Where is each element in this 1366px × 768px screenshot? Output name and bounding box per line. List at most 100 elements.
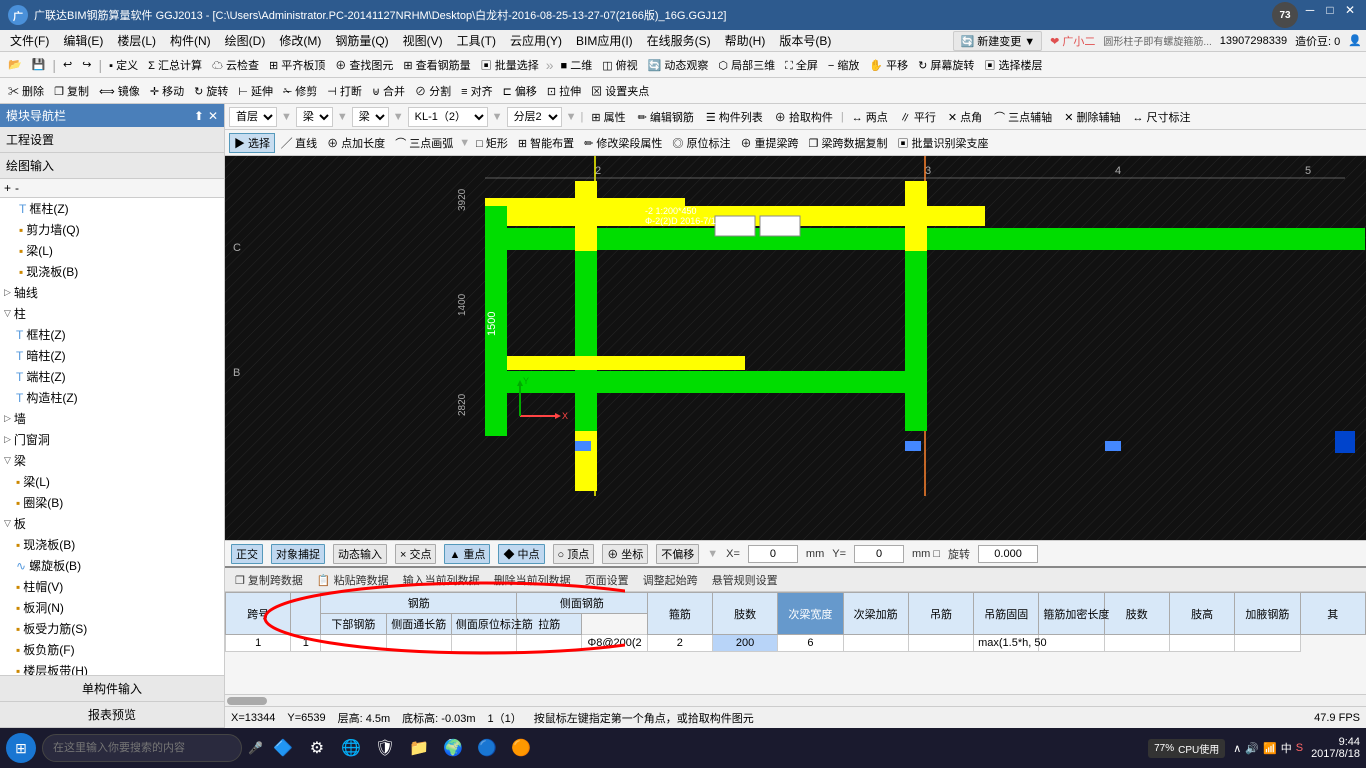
tray-lang[interactable]: 中 xyxy=(1281,740,1292,756)
tree-item-doorwindow[interactable]: ▷ 门窗洞 xyxy=(0,429,224,450)
intersect-button[interactable]: × 交点 xyxy=(395,544,436,564)
td-limbs2[interactable] xyxy=(1039,635,1104,652)
tray-expand[interactable]: ∧ xyxy=(1233,742,1241,755)
stretch-button[interactable]: ⊡ 拉伸 xyxy=(543,82,585,100)
taskbar-icon-1[interactable]: 🔷 xyxy=(269,734,297,762)
top-button[interactable]: ○ 顶点 xyxy=(553,544,595,564)
new-change-button[interactable]: 🔄 新建变更 ▼ xyxy=(953,31,1042,51)
2d-button[interactable]: ■ 二维 xyxy=(557,56,597,74)
menu-tools[interactable]: 工具(T) xyxy=(451,30,502,51)
delete-axis-button[interactable]: ✕ 删除辅轴 xyxy=(1060,108,1124,126)
copy-span-button[interactable]: ❐ 复制跨数据 xyxy=(231,571,307,589)
report-preview-button[interactable]: 报表预览 xyxy=(0,702,224,728)
open-button[interactable]: 📂 xyxy=(4,57,26,72)
sum-button[interactable]: Σ 汇总计算 xyxy=(144,56,206,74)
project-settings-item[interactable]: 工程设置 xyxy=(0,127,224,153)
taskbar-icon-5[interactable]: 📁 xyxy=(405,734,433,762)
td-sec-beam-width[interactable]: 200 xyxy=(712,635,777,652)
member-list-button[interactable]: ☰ 构件列表 xyxy=(702,108,767,126)
tree-item-slab[interactable]: ▪ 现浇板(B) xyxy=(0,261,224,282)
tray-network[interactable]: 📶 xyxy=(1263,742,1277,755)
save-button[interactable]: 💾 xyxy=(28,57,50,72)
copy-button[interactable]: ❐ 复制 xyxy=(50,82,93,100)
edit-rebar-button[interactable]: ✏ 编辑钢筋 xyxy=(634,108,698,126)
zoomout-button[interactable]: − 缩放 xyxy=(824,56,863,74)
move-button[interactable]: ✛ 移动 xyxy=(146,82,188,100)
redo-button[interactable]: ↪ xyxy=(78,57,95,72)
tree-item-slabgroup[interactable]: ▽ 板 xyxy=(0,513,224,534)
cloud-check-button[interactable]: ☁ 云检查 xyxy=(208,56,263,74)
offset-button[interactable]: ⊏ 偏移 xyxy=(499,82,541,100)
delete-button[interactable]: ✂ 删除 xyxy=(4,82,48,100)
td-tie-bar[interactable] xyxy=(517,635,582,652)
menu-online[interactable]: 在线服务(S) xyxy=(641,30,717,51)
y-input[interactable] xyxy=(854,545,904,563)
type-select1[interactable]: 梁 xyxy=(296,107,333,127)
td-span-no[interactable]: 1 xyxy=(226,635,291,652)
section-select[interactable]: 分层2 xyxy=(507,107,562,127)
td-sec-beam-add[interactable]: 6 xyxy=(778,635,843,652)
dynamic-input-button[interactable]: 动态输入 xyxy=(333,544,387,564)
fullscreen-button[interactable]: ⛶ 全屏 xyxy=(781,56,822,74)
menu-member[interactable]: 构件(N) xyxy=(164,30,217,51)
setvertex-button[interactable]: ⊠ 设置夹点 xyxy=(587,82,653,100)
tree-item-darkcol[interactable]: T 暗柱(Z) xyxy=(0,345,224,366)
point-cut-button[interactable]: ✕ 点角 xyxy=(944,108,986,126)
menu-draw[interactable]: 绘图(D) xyxy=(219,30,272,51)
pointlen-button[interactable]: ⊕ 点加长度 xyxy=(323,134,389,152)
menu-bim[interactable]: BIM应用(I) xyxy=(570,30,639,51)
mirror-button[interactable]: ⟺ 镜像 xyxy=(95,82,144,100)
undo-button[interactable]: ↩ xyxy=(59,57,76,72)
snap-button[interactable]: 对象捕捉 xyxy=(271,544,325,564)
select-layer-button[interactable]: ▣ 选择楼层 xyxy=(980,56,1046,74)
type-select2[interactable]: 梁 xyxy=(352,107,389,127)
coord-button[interactable]: ⊕ 坐标 xyxy=(602,544,648,564)
td-limbs[interactable]: 2 xyxy=(647,635,712,652)
tree-item-wall[interactable]: ▷ 墙 xyxy=(0,408,224,429)
split-button[interactable]: ⊘ 分割 xyxy=(411,82,455,100)
tree-item-shearwall[interactable]: ▪ 剪力墙(Q) xyxy=(0,219,224,240)
tree-item-constcol[interactable]: T 构造柱(Z) xyxy=(0,387,224,408)
panel-close-button[interactable]: ✕ xyxy=(208,109,218,123)
dim-button[interactable]: ↔ 尺寸标注 xyxy=(1128,108,1194,126)
drawing-input-item[interactable]: 绘图输入 xyxy=(0,153,224,179)
taskbar-icon-7[interactable]: 🔵 xyxy=(473,734,501,762)
parallel-button[interactable]: ∥ 平行 xyxy=(896,108,940,126)
tree-item-col-group[interactable]: ▽ 柱 xyxy=(0,303,224,324)
screen-rotate-button[interactable]: ↻ 屏幕旋转 xyxy=(914,56,978,74)
delete-col-button[interactable]: 删除当前列数据 xyxy=(490,571,575,589)
tray-security[interactable]: S xyxy=(1296,742,1303,754)
view-rebar-button[interactable]: ⊞ 查看钢筋量 xyxy=(399,56,474,74)
adj-start-button[interactable]: 调整起始跨 xyxy=(639,571,702,589)
td-hanger-fix[interactable] xyxy=(908,635,973,652)
pan-button[interactable]: ✋ 平移 xyxy=(865,56,912,74)
mic-icon[interactable]: 🎤 xyxy=(248,741,263,755)
select-button[interactable]: ▶ 选择 xyxy=(229,133,275,153)
single-member-button[interactable]: 单构件输入 xyxy=(0,676,224,702)
close-button[interactable]: ✕ xyxy=(1342,2,1358,18)
paste-span-button[interactable]: 📋 粘贴跨数据 xyxy=(313,571,393,589)
taskbar-icon-3[interactable]: 🌐 xyxy=(337,734,365,762)
panel-float-button[interactable]: ⬆ xyxy=(194,109,204,123)
td-height[interactable] xyxy=(1104,635,1169,652)
menu-file[interactable]: 文件(F) xyxy=(4,30,55,51)
tree-item-framecol[interactable]: T 框柱(Z) xyxy=(0,198,224,219)
menu-layer[interactable]: 楼层(L) xyxy=(111,30,162,51)
menu-edit[interactable]: 编辑(E) xyxy=(57,30,109,51)
smartplace-button[interactable]: ⊞ 智能布置 xyxy=(514,134,578,152)
tree-item-endcol[interactable]: T 端柱(Z) xyxy=(0,366,224,387)
pick-member-button[interactable]: ⊕ 拾取构件 xyxy=(771,108,837,126)
menu-modify[interactable]: 修改(M) xyxy=(273,30,327,51)
menu-view[interactable]: 视图(V) xyxy=(397,30,449,51)
tree-item-slabneg[interactable]: ▪ 板负筋(F) xyxy=(0,639,224,660)
cad-canvas[interactable]: 2 3 4 5 C B 3920 1400 2820 xyxy=(225,156,1366,540)
member-select[interactable]: KL-1（2） xyxy=(408,107,488,127)
taskbar-icon-2[interactable]: ⚙ xyxy=(303,734,331,762)
start-button[interactable]: ⊞ xyxy=(6,733,36,763)
tray-volume[interactable]: 🔊 xyxy=(1245,742,1259,755)
menu-help[interactable]: 帮助(H) xyxy=(719,30,772,51)
batchidseat-button[interactable]: ▣ 批量识别梁支座 xyxy=(893,134,992,152)
tree-item-slabstrip[interactable]: ▪ 楼层板带(H) xyxy=(0,660,224,675)
horizontal-scrollbar[interactable] xyxy=(227,697,267,705)
tree-expand-button[interactable]: + xyxy=(4,181,11,195)
